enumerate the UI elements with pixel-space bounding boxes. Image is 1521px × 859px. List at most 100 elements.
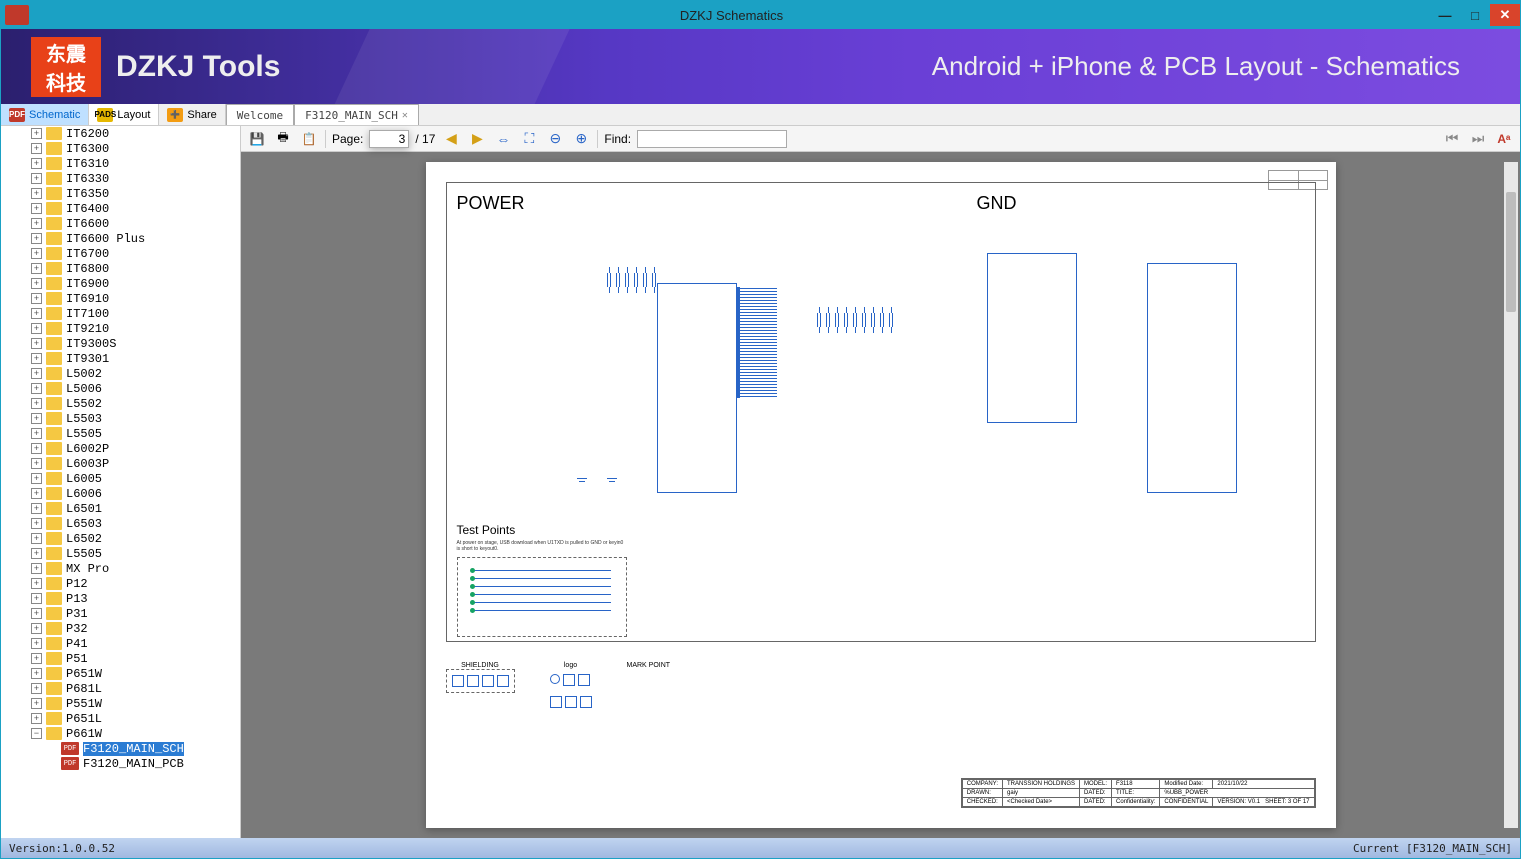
tree-item[interactable]: +IT6910: [1, 291, 240, 306]
tree-item-file[interactable]: PDFF3120_MAIN_SCH: [1, 741, 240, 756]
fit-width-button[interactable]: ⇔: [493, 129, 513, 149]
tree-item[interactable]: +L6003P: [1, 456, 240, 471]
expand-icon[interactable]: +: [31, 173, 42, 184]
save-button[interactable]: 💾: [247, 129, 267, 149]
vertical-scrollbar[interactable]: [1504, 162, 1518, 828]
doctab-file[interactable]: F3120_MAIN_SCH✕: [294, 104, 419, 125]
expand-icon[interactable]: +: [31, 233, 42, 244]
expand-icon[interactable]: +: [31, 713, 42, 724]
expand-icon[interactable]: +: [31, 158, 42, 169]
pdf-viewer[interactable]: POWER GND: [241, 152, 1520, 838]
expand-icon[interactable]: +: [31, 398, 42, 409]
fit-page-button[interactable]: ⛶: [519, 129, 539, 149]
expand-icon[interactable]: +: [31, 638, 42, 649]
expand-icon[interactable]: +: [31, 203, 42, 214]
tree-item[interactable]: +L6503: [1, 516, 240, 531]
expand-icon[interactable]: +: [31, 578, 42, 589]
expand-icon[interactable]: +: [31, 308, 42, 319]
prev-page-button[interactable]: ◀: [441, 129, 461, 149]
close-tab-icon[interactable]: ✕: [402, 110, 408, 121]
zoom-in-button[interactable]: ⊕: [571, 129, 591, 149]
tree-item[interactable]: +P32: [1, 621, 240, 636]
expand-icon[interactable]: +: [31, 293, 42, 304]
sidebar-tree[interactable]: +IT6200+IT6300+IT6310+IT6330+IT6350+IT64…: [1, 126, 241, 838]
tree-item[interactable]: +L5505: [1, 426, 240, 441]
tree-item[interactable]: +L5006: [1, 381, 240, 396]
tree-item[interactable]: +IT6310: [1, 156, 240, 171]
tree-item[interactable]: +IT9301: [1, 351, 240, 366]
maximize-button[interactable]: □: [1460, 4, 1490, 26]
tree-item[interactable]: +IT6350: [1, 186, 240, 201]
tree-item[interactable]: +IT6200: [1, 126, 240, 141]
expand-icon[interactable]: +: [31, 368, 42, 379]
expand-icon[interactable]: +: [31, 698, 42, 709]
page-input[interactable]: [369, 130, 409, 148]
tree-item-file[interactable]: PDFF3120_MAIN_PCB: [1, 756, 240, 771]
tree-item[interactable]: +IT7100: [1, 306, 240, 321]
expand-icon[interactable]: +: [31, 533, 42, 544]
expand-icon[interactable]: +: [31, 128, 42, 139]
expand-icon[interactable]: +: [31, 623, 42, 634]
minimize-button[interactable]: —: [1430, 4, 1460, 26]
expand-icon[interactable]: +: [31, 338, 42, 349]
expand-icon[interactable]: +: [31, 143, 42, 154]
expand-icon[interactable]: +: [31, 683, 42, 694]
tree-item[interactable]: +P681L: [1, 681, 240, 696]
tree-item[interactable]: +IT6600 Plus: [1, 231, 240, 246]
tree-item[interactable]: +L6002P: [1, 441, 240, 456]
tab-share[interactable]: ➕Share: [159, 104, 225, 125]
expand-icon[interactable]: +: [31, 593, 42, 604]
doctab-welcome[interactable]: Welcome: [226, 104, 294, 125]
expand-icon[interactable]: +: [31, 383, 42, 394]
tree-item[interactable]: +L6005: [1, 471, 240, 486]
expand-icon[interactable]: +: [31, 353, 42, 364]
tree-item[interactable]: +IT6600: [1, 216, 240, 231]
expand-icon[interactable]: +: [31, 278, 42, 289]
tree-item[interactable]: +IT6700: [1, 246, 240, 261]
tree-item[interactable]: +P31: [1, 606, 240, 621]
tree-item[interactable]: +P651W: [1, 666, 240, 681]
expand-icon[interactable]: +: [31, 548, 42, 559]
tree-item[interactable]: +IT9300S: [1, 336, 240, 351]
expand-icon[interactable]: +: [31, 263, 42, 274]
expand-icon[interactable]: +: [31, 413, 42, 424]
tree-item[interactable]: +L5505: [1, 546, 240, 561]
zoom-out-button[interactable]: ⊖: [545, 129, 565, 149]
expand-icon[interactable]: +: [31, 218, 42, 229]
tree-item[interactable]: +L5503: [1, 411, 240, 426]
expand-icon[interactable]: +: [31, 563, 42, 574]
tree-item[interactable]: +L6501: [1, 501, 240, 516]
tree-item[interactable]: +IT6400: [1, 201, 240, 216]
tree-item[interactable]: +IT6330: [1, 171, 240, 186]
tree-item[interactable]: +P13: [1, 591, 240, 606]
tree-item[interactable]: +IT6800: [1, 261, 240, 276]
tree-item[interactable]: +L6006: [1, 486, 240, 501]
text-style-button[interactable]: Aᵃ: [1494, 129, 1514, 149]
find-input[interactable]: [637, 130, 787, 148]
tree-item-open[interactable]: −P661W: [1, 726, 240, 741]
expand-icon[interactable]: +: [31, 248, 42, 259]
tree-item[interactable]: +MX Pro: [1, 561, 240, 576]
print-button[interactable]: 🖶: [273, 129, 293, 149]
collapse-icon[interactable]: −: [31, 728, 42, 739]
expand-icon[interactable]: +: [31, 323, 42, 334]
close-button[interactable]: ✕: [1490, 4, 1520, 26]
tree-item[interactable]: +P51: [1, 651, 240, 666]
expand-icon[interactable]: +: [31, 503, 42, 514]
expand-icon[interactable]: +: [31, 488, 42, 499]
copy-button[interactable]: 📋: [299, 129, 319, 149]
tree-item[interactable]: +P41: [1, 636, 240, 651]
expand-icon[interactable]: +: [31, 608, 42, 619]
expand-icon[interactable]: +: [31, 428, 42, 439]
expand-icon[interactable]: +: [31, 443, 42, 454]
tree-item[interactable]: +L6502: [1, 531, 240, 546]
find-next-button[interactable]: ⏭: [1468, 129, 1488, 149]
expand-icon[interactable]: +: [31, 668, 42, 679]
tab-layout[interactable]: PADSLayout: [89, 104, 159, 125]
scrollbar-thumb[interactable]: [1506, 192, 1516, 312]
expand-icon[interactable]: +: [31, 473, 42, 484]
tree-item[interactable]: +L5002: [1, 366, 240, 381]
tree-item[interactable]: +IT6300: [1, 141, 240, 156]
next-page-button[interactable]: ▶: [467, 129, 487, 149]
tree-item[interactable]: +IT6900: [1, 276, 240, 291]
